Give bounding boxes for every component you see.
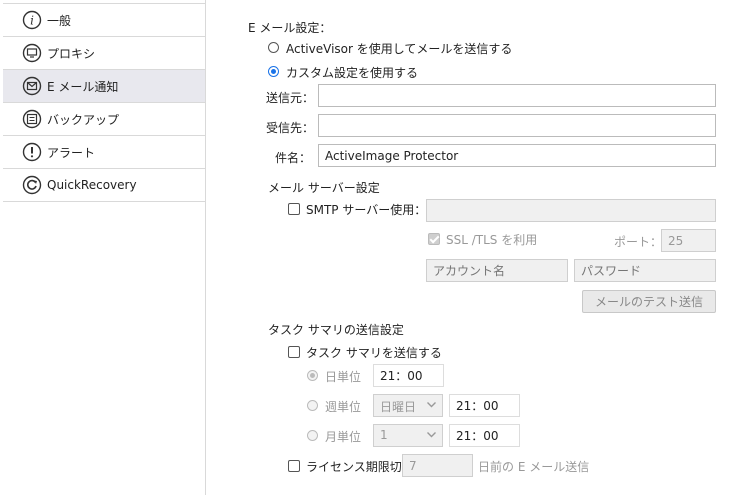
info-icon: i (21, 9, 43, 31)
radio-monthly[interactable] (307, 430, 318, 441)
weekly-day-select[interactable]: 日曜日 (373, 394, 443, 417)
recovery-icon (21, 174, 43, 196)
radio-daily[interactable] (307, 370, 318, 381)
monthly-day-select[interactable]: 1 (373, 424, 443, 447)
weekly-label: 週単位 (325, 400, 362, 414)
from-field[interactable] (318, 84, 716, 107)
list-icon (21, 108, 43, 130)
chevron-down-icon (426, 399, 437, 413)
weekly-day-value: 日曜日 (380, 400, 417, 414)
smtp-checkbox[interactable] (288, 203, 300, 215)
daily-label: 日単位 (325, 370, 362, 384)
sidebar-item-label: アラート (47, 145, 96, 160)
weekly-time-field[interactable] (449, 394, 520, 417)
smtp-label: SMTP サーバー使用： (306, 203, 427, 217)
mail-icon (21, 75, 43, 97)
radio-activevisor-label: ActiveVisor を使用してメールを送信する (286, 42, 513, 56)
to-label: 受信先： (266, 121, 315, 135)
from-label: 送信元： (266, 91, 315, 105)
ssl-label: SSL /TLS を利用 (446, 233, 538, 247)
test-mail-button[interactable]: メールのテスト送信 (582, 290, 716, 313)
sidebar-item-label: E メール通知 (47, 79, 119, 94)
license-label: ライセンス期限切れ (306, 460, 414, 474)
sidebar-item-label: QuickRecovery (47, 178, 137, 192)
settings-sidebar: i 一般 プロキシ E メール通知 バックアップ アラート QuickRecov… (0, 0, 206, 495)
sidebar-item-proxy[interactable]: プロキシ (3, 37, 205, 70)
radio-custom-label: カスタム設定を使用する (286, 66, 419, 80)
sidebar-item-label: プロキシ (47, 46, 96, 61)
account-field[interactable] (426, 259, 568, 282)
monthly-time-field[interactable] (449, 424, 520, 447)
monthly-label: 月単位 (325, 430, 362, 444)
smtp-server-field[interactable] (426, 199, 716, 222)
radio-activevisor[interactable] (268, 42, 279, 53)
svg-text:i: i (30, 14, 34, 28)
subject-label: 件名： (275, 151, 312, 165)
task-summary-checkbox[interactable] (288, 346, 300, 358)
sidebar-item-email[interactable]: E メール通知 (3, 70, 205, 103)
subject-field[interactable] (318, 144, 716, 167)
port-label: ポート： (614, 235, 663, 249)
radio-weekly[interactable] (307, 400, 318, 411)
ssl-checkbox[interactable] (428, 233, 440, 245)
license-suffix: 日前の E メール送信 (478, 460, 590, 474)
sidebar-item-quickrecovery[interactable]: QuickRecovery (3, 169, 205, 202)
to-field[interactable] (318, 114, 716, 137)
monitor-icon (21, 42, 43, 64)
sidebar-item-alert[interactable]: アラート (3, 136, 205, 169)
sidebar-item-label: バックアップ (47, 112, 120, 127)
daily-time-field[interactable] (373, 364, 444, 387)
monthly-day-value: 1 (380, 428, 388, 442)
task-summary-label: タスク サマリを送信する (306, 346, 442, 360)
alert-icon (21, 141, 43, 163)
license-checkbox[interactable] (288, 460, 300, 472)
mail-server-title: メール サーバー設定 (268, 181, 380, 195)
task-summary-title: タスク サマリの送信設定 (268, 323, 404, 337)
sidebar-item-backup[interactable]: バックアップ (3, 103, 205, 136)
chevron-down-icon (426, 429, 437, 443)
email-settings-title: E メール設定： (248, 21, 332, 35)
sidebar-item-general[interactable]: i 一般 (3, 3, 205, 37)
license-days-field[interactable] (402, 454, 473, 477)
port-field[interactable] (661, 229, 716, 252)
password-field[interactable] (574, 259, 716, 282)
radio-custom[interactable] (268, 66, 279, 77)
sidebar-item-label: 一般 (47, 13, 72, 28)
